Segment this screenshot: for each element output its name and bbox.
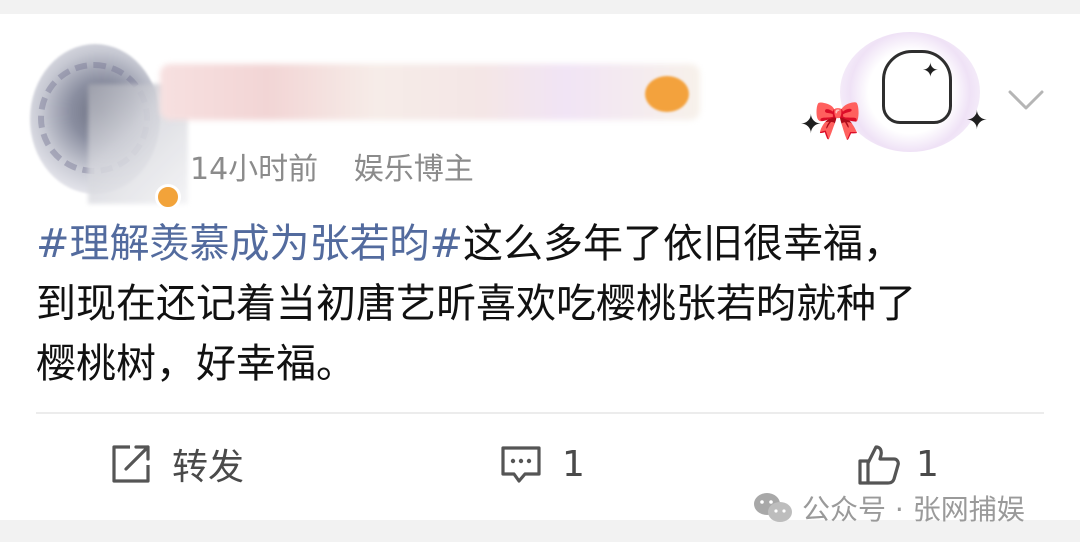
watermark: 公众号 · 张网捕娱	[752, 488, 1025, 528]
watermark-text: 公众号 · 张网捕娱	[802, 493, 1025, 526]
sparkle-icon: ✦	[922, 58, 939, 82]
like-button[interactable]: 1	[856, 442, 939, 486]
divider	[36, 412, 1044, 414]
repost-icon	[112, 445, 150, 483]
post-text-line-1: 这么多年了依旧很幸福，	[463, 221, 904, 267]
post-meta: 14小时前 娱乐博主	[190, 144, 474, 188]
repost-label: 转发	[172, 447, 245, 488]
comment-button[interactable]: 1	[498, 442, 585, 486]
wechat-icon	[754, 493, 792, 522]
comment-icon	[501, 446, 541, 483]
decoration-sticker: 🎀 ✦ ✦ ✦	[800, 32, 1020, 152]
weibo-post-card: 14小时前 娱乐博主 🎀 ✦ ✦ ✦ #理解羡慕成为张若昀#这么多年了依旧很幸福…	[0, 14, 1080, 526]
post-time: 14小时前	[190, 152, 319, 187]
repost-button[interactable]: 转发	[108, 442, 244, 488]
cat-sticker-icon	[882, 50, 952, 124]
avatar[interactable]	[30, 44, 188, 210]
user-level-icon	[645, 76, 689, 112]
verified-badge	[155, 184, 181, 210]
sparkle-icon: ✦	[966, 106, 988, 136]
like-count: 1	[916, 443, 939, 485]
thumbs-up-icon	[858, 445, 900, 485]
comment-count: 1	[562, 443, 585, 485]
chevron-down-icon[interactable]	[1006, 84, 1046, 114]
topic-link[interactable]: #理解羡慕成为张若昀#	[36, 221, 463, 267]
username-blurred[interactable]	[160, 64, 700, 120]
sparkle-icon: ✦	[800, 110, 822, 140]
post-text-line-3: 樱桃树，好幸福。	[36, 341, 356, 387]
post-text-line-2: 到现在还记着当初唐艺昕喜欢吃樱桃张若昀就种了	[36, 281, 916, 327]
user-label: 娱乐博主	[353, 152, 474, 187]
post-content: #理解羡慕成为张若昀#这么多年了依旧很幸福， 到现在还记着当初唐艺昕喜欢吃樱桃张…	[36, 214, 1046, 394]
